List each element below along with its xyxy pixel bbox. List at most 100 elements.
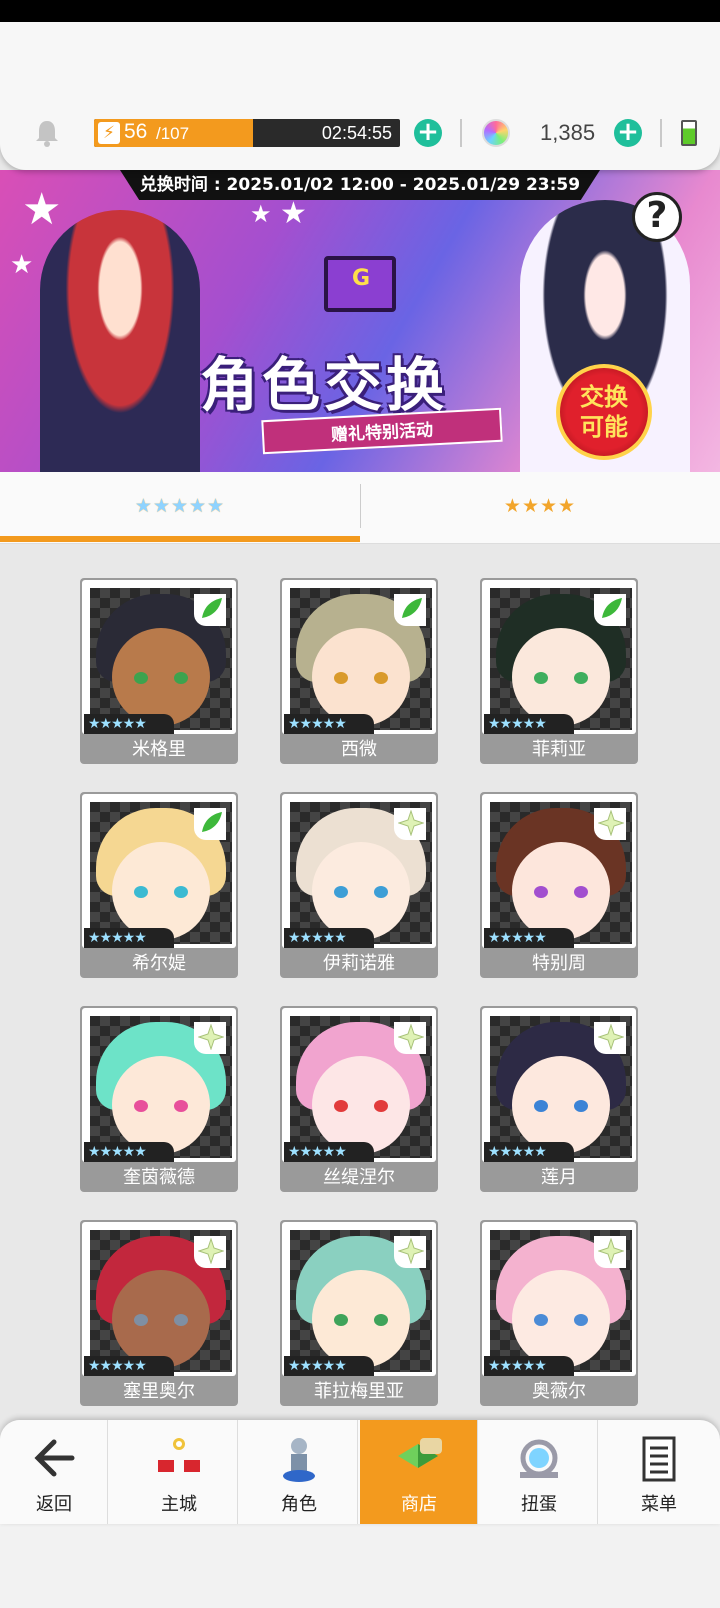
tab-four-star[interactable]: ★★★★ — [360, 472, 720, 544]
card-frame: ★★★★★ — [482, 580, 636, 734]
banner-character-left — [40, 210, 200, 472]
rarity-stars: ★★★★★ — [284, 1356, 374, 1376]
leaf-icon — [602, 598, 622, 618]
portrait-eye — [334, 1314, 348, 1326]
character-card[interactable]: ★★★★★ 西微 — [280, 578, 438, 764]
add-stamina-button[interactable]: + — [414, 119, 442, 147]
portrait-eye — [534, 672, 548, 684]
character-portrait — [490, 802, 632, 944]
character-card[interactable]: ★★★★★ 菲莉亚 — [480, 578, 638, 764]
portrait-eye — [374, 1100, 388, 1112]
character-card[interactable]: ★★★★★ 丝缇涅尔 — [280, 1006, 438, 1192]
notification-bell-icon[interactable] — [32, 118, 62, 148]
portrait-eye — [574, 886, 588, 898]
tab-five-star-label: ★★★★★ — [134, 495, 226, 517]
portrait-face — [512, 842, 610, 940]
rarity-stars: ★★★★★ — [84, 714, 174, 734]
back-label: 返回 — [36, 1494, 72, 1515]
back-arrow-icon — [34, 1439, 75, 1477]
character-name: 米格里 — [132, 739, 186, 760]
character-card[interactable]: ★★★★★ 特别周 — [480, 792, 638, 978]
character-card[interactable]: ★★★★★ 菲拉梅里亚 — [280, 1220, 438, 1406]
character-card[interactable]: ★★★★★ 塞里奥尔 — [80, 1220, 238, 1406]
portrait-eye — [374, 672, 388, 684]
nav-item-gacha[interactable]: 扭蛋 — [480, 1420, 598, 1524]
portrait-face — [112, 1056, 210, 1154]
star-decoration-icon: ★ — [280, 196, 307, 231]
card-frame: ★★★★★ — [82, 1008, 236, 1162]
rarity-stars: ★★★★★ — [484, 1142, 574, 1162]
character-name: 奎茵薇德 — [123, 1167, 195, 1188]
card-frame: ★★★★★ — [282, 1008, 436, 1162]
character-card[interactable]: ★★★★★ 伊莉诺雅 — [280, 792, 438, 978]
portrait-eye — [134, 1100, 148, 1112]
rarity-stars: ★★★★★ — [84, 928, 174, 948]
character-icon — [283, 1438, 315, 1482]
rarity-stars: ★★★★★ — [284, 928, 374, 948]
seal-line-1: 交换 — [580, 383, 628, 411]
character-portrait — [490, 588, 632, 730]
character-name: 伊莉诺雅 — [323, 953, 395, 974]
sparkle-icon — [398, 810, 424, 836]
card-frame: ★★★★★ — [482, 794, 636, 948]
help-button[interactable]: ? — [632, 192, 682, 242]
event-banner[interactable]: ★ ★ ★ ★ 兑换时间 : 2025.01/02 12:00 - 2025.0… — [0, 170, 720, 472]
nav-item-menu[interactable]: 菜单 — [600, 1420, 718, 1524]
battery-icon — [681, 120, 697, 146]
portrait-eye — [174, 672, 188, 684]
portrait-eye — [174, 1314, 188, 1326]
portrait-eye — [334, 672, 348, 684]
character-card[interactable]: ★★★★★ 莲月 — [480, 1006, 638, 1192]
character-name: 西微 — [341, 739, 377, 760]
portrait-face — [312, 1270, 410, 1368]
divider — [660, 119, 662, 147]
add-gems-button[interactable]: + — [614, 119, 642, 147]
nav-item-castle[interactable]: 主城 — [120, 1420, 238, 1524]
portrait-eye — [574, 672, 588, 684]
character-card[interactable]: ★★★★★ 奎茵薇德 — [80, 1006, 238, 1192]
stamina-current: 56 — [124, 120, 148, 143]
card-frame: ★★★★★ — [282, 794, 436, 948]
character-card[interactable]: ★★★★★ 奥薇尔 — [480, 1220, 638, 1406]
nav-label: 菜单 — [641, 1494, 677, 1515]
character-name: 希尔媞 — [132, 953, 186, 974]
character-card[interactable]: ★★★★★ 希尔媞 — [80, 792, 238, 978]
rarity-stars: ★★★★★ — [84, 1142, 174, 1162]
tab-four-star-label: ★★★★ — [503, 495, 577, 517]
nav-item-shop[interactable]: 商店 — [360, 1420, 478, 1524]
sparkle-icon — [398, 1238, 424, 1264]
portrait-face — [512, 628, 610, 726]
portrait-eye — [334, 886, 348, 898]
leaf-icon — [202, 598, 222, 618]
star-decoration-icon: ★ — [10, 250, 34, 280]
system-nav-area — [0, 1524, 720, 1608]
portrait-eye — [174, 1100, 188, 1112]
portrait-eye — [574, 1100, 588, 1112]
top-resource-bar: ⚡ 56 /107 02:54:55 + 1,385 + — [0, 22, 720, 170]
character-card[interactable]: ★★★★★ 米格里 — [80, 578, 238, 764]
nav-item-character[interactable]: 角色 — [240, 1420, 358, 1524]
portrait-eye — [534, 1100, 548, 1112]
star-decoration-icon: ★ — [22, 184, 62, 235]
back-button[interactable]: 返回 — [0, 1420, 108, 1524]
card-frame: ★★★★★ — [82, 580, 236, 734]
portrait-eye — [134, 886, 148, 898]
portrait-face — [312, 628, 410, 726]
character-portrait — [490, 1016, 632, 1158]
sparkle-icon — [598, 1238, 624, 1264]
card-frame: ★★★★★ — [282, 580, 436, 734]
nav-label: 扭蛋 — [521, 1494, 557, 1515]
character-name: 菲拉梅里亚 — [314, 1381, 404, 1402]
exchange-available-badge: 交换 可能 — [556, 364, 652, 460]
status-strip — [0, 0, 720, 22]
character-name: 塞里奥尔 — [123, 1381, 195, 1402]
tab-five-star[interactable]: ★★★★★ — [0, 472, 360, 544]
portrait-eye — [534, 1314, 548, 1326]
stamina-timer: 02:54:55 — [321, 123, 392, 143]
portrait-eye — [134, 672, 148, 684]
exchange-period: 兑换时间 : 2025.01/02 12:00 - 2025.01/29 23:… — [120, 170, 600, 200]
portrait-face — [512, 1270, 610, 1368]
portrait-eye — [334, 1100, 348, 1112]
rarity-stars: ★★★★★ — [484, 714, 574, 734]
rarity-tabs: ★★★★★ ★★★★ — [0, 472, 720, 544]
